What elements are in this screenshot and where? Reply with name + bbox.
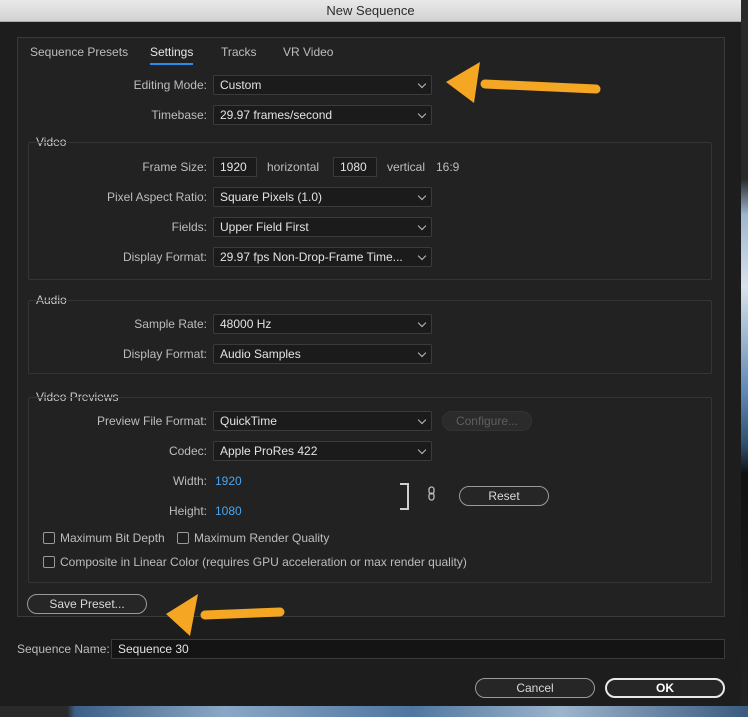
cancel-button[interactable]: Cancel [475, 678, 595, 698]
timebase-label: Timebase: [151, 108, 207, 122]
preview-file-format-dropdown[interactable]: QuickTime [213, 411, 432, 431]
codec-value: Apple ProRes 422 [220, 444, 318, 458]
active-tab-indicator [150, 63, 194, 65]
chevron-down-icon [417, 318, 427, 328]
tab-settings-label: Settings [150, 45, 194, 59]
frame-size-label: Frame Size: [142, 160, 207, 174]
preview-file-format-label: Preview File Format: [96, 414, 207, 428]
frame-height-input[interactable]: 1080 [333, 157, 377, 177]
video-display-format-value: 29.97 fps Non-Drop-Frame Time... [220, 250, 403, 264]
preview-height-label: Height: [168, 504, 207, 518]
pixel-aspect-ratio-value: Square Pixels (1.0) [220, 190, 323, 204]
tab-tracks[interactable]: Tracks [221, 45, 257, 59]
window-title: New Sequence [0, 0, 741, 22]
tab-sequence-presets[interactable]: Sequence Presets [30, 45, 128, 59]
fields-label: Fields: [171, 220, 207, 234]
ok-button[interactable]: OK [605, 678, 725, 698]
pixel-aspect-ratio-dropdown[interactable]: Square Pixels (1.0) [213, 187, 432, 207]
editing-mode-dropdown[interactable]: Custom [213, 75, 432, 95]
audio-display-format-value: Audio Samples [220, 347, 301, 361]
chevron-down-icon [417, 109, 427, 119]
link-bracket [400, 483, 409, 510]
fields-dropdown[interactable]: Upper Field First [213, 217, 432, 237]
chevron-down-icon [417, 191, 427, 201]
max-bit-depth-label: Maximum Bit Depth [60, 531, 165, 545]
editing-mode-label: Editing Mode: [133, 78, 207, 92]
max-render-quality-checkbox[interactable] [177, 532, 189, 544]
video-display-format-dropdown[interactable]: 29.97 fps Non-Drop-Frame Time... [213, 247, 432, 267]
composite-linear-checkbox[interactable] [43, 556, 55, 568]
composite-linear-label: Composite in Linear Color (requires GPU … [60, 555, 467, 569]
horizontal-label: horizontal [267, 160, 320, 174]
video-display-format-label: Display Format: [122, 250, 207, 264]
chevron-down-icon [417, 445, 427, 455]
frame-width-input[interactable]: 1920 [213, 157, 257, 177]
tab-settings[interactable]: Settings [150, 45, 194, 65]
settings-panel: Sequence Presets Settings Tracks VR Vide… [17, 37, 725, 617]
timebase-dropdown[interactable]: 29.97 frames/second [213, 105, 432, 125]
reset-button[interactable]: Reset [459, 486, 549, 506]
max-bit-depth-checkbox[interactable] [43, 532, 55, 544]
preview-width-value[interactable]: 1920 [215, 474, 242, 488]
background-desktop-strip [741, 0, 748, 717]
audio-display-format-label: Display Format: [122, 347, 207, 361]
tab-vr-video[interactable]: VR Video [283, 45, 333, 59]
chevron-down-icon [417, 251, 427, 261]
sample-rate-label: Sample Rate: [134, 317, 207, 331]
editing-mode-value: Custom [220, 78, 262, 92]
max-render-quality-label: Maximum Render Quality [194, 531, 330, 545]
chevron-down-icon [417, 415, 427, 425]
sequence-name-label: Sequence Name: [17, 642, 110, 656]
annotation-arrow-icon [446, 62, 601, 103]
audio-display-format-dropdown[interactable]: Audio Samples [213, 344, 432, 364]
pixel-aspect-ratio-label: Pixel Aspect Ratio: [106, 190, 207, 204]
preview-file-format-value: QuickTime [220, 414, 277, 428]
preview-width-label: Width: [172, 474, 207, 488]
save-preset-button[interactable]: Save Preset... [27, 594, 147, 614]
timebase-value: 29.97 frames/second [220, 108, 333, 122]
sequence-name-input[interactable]: Sequence 30 [111, 639, 725, 659]
fields-value: Upper Field First [220, 220, 309, 234]
chevron-down-icon [417, 79, 427, 89]
codec-label: Codec: [168, 444, 207, 458]
chain-link-icon[interactable] [427, 486, 437, 502]
sample-rate-value: 48000 Hz [220, 317, 272, 331]
chevron-down-icon [417, 221, 427, 231]
configure-button[interactable]: Configure... [442, 411, 532, 431]
annotation-arrow-icon [166, 594, 285, 636]
background-desktop-strip-bottom [0, 706, 748, 717]
preview-height-value[interactable]: 1080 [215, 504, 242, 518]
aspect-ratio-text: 16:9 [436, 160, 460, 174]
codec-dropdown[interactable]: Apple ProRes 422 [213, 441, 432, 461]
vertical-label: vertical [387, 160, 426, 174]
sample-rate-dropdown[interactable]: 48000 Hz [213, 314, 432, 334]
new-sequence-dialog: Sequence Presets Settings Tracks VR Vide… [0, 22, 741, 706]
chevron-down-icon [417, 348, 427, 358]
